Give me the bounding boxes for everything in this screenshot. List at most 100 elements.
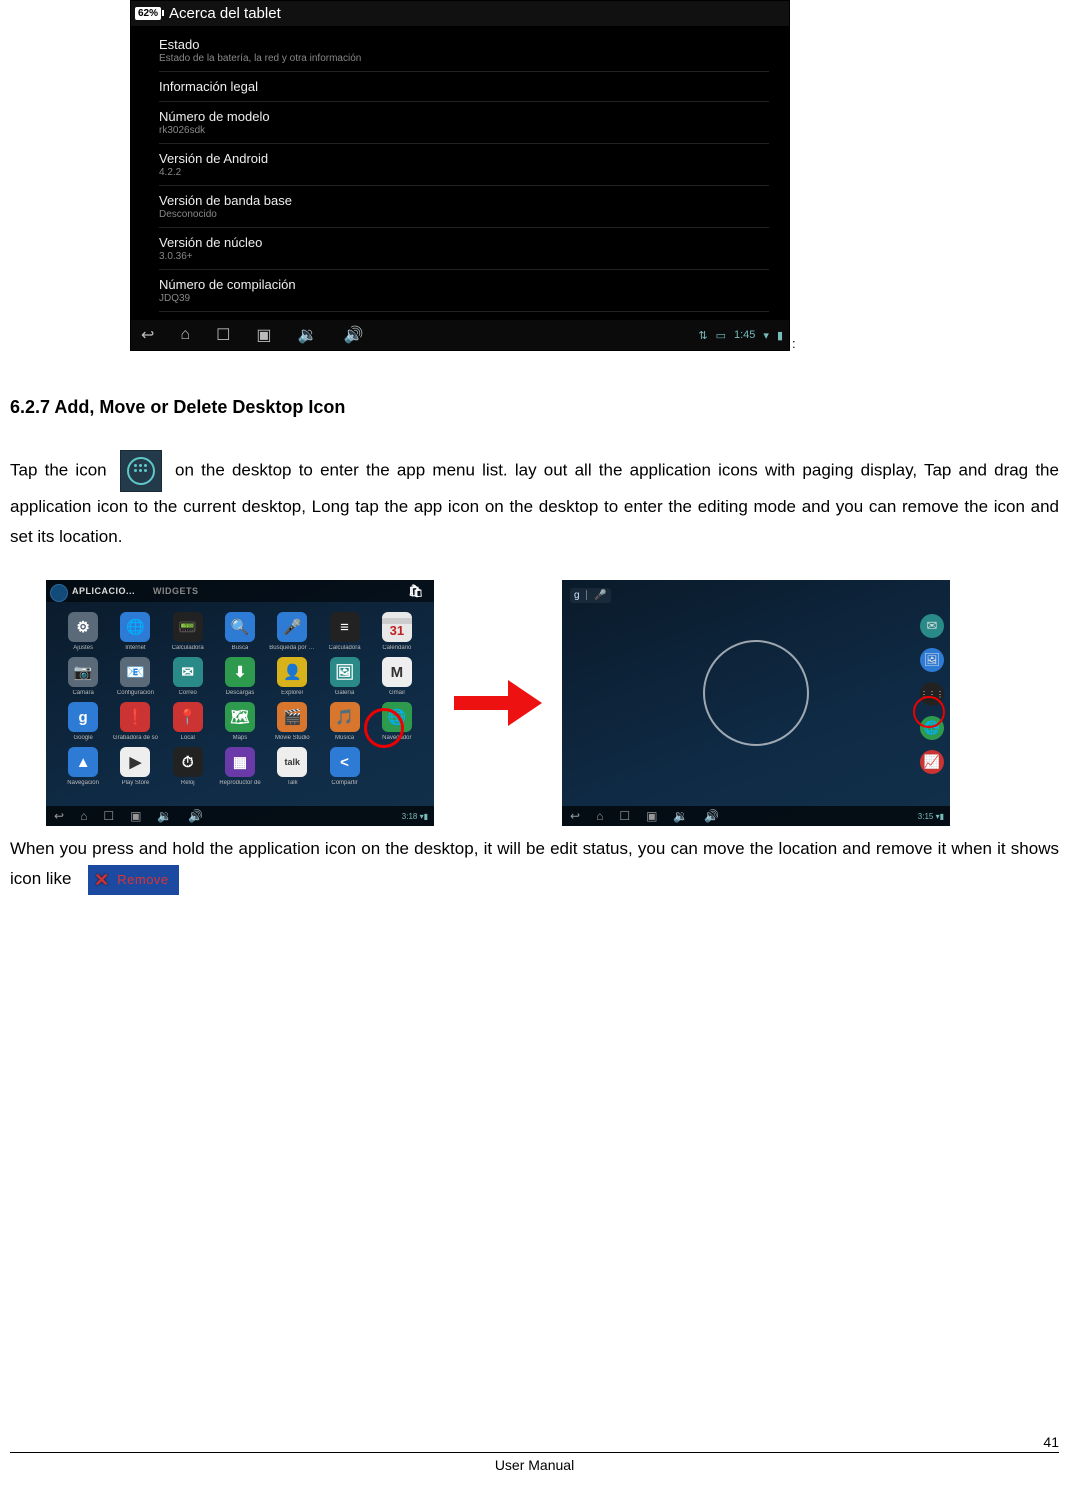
sd-icon: ▭ <box>716 329 726 342</box>
app-icon[interactable]: ❗Grabadora de so <box>112 702 158 741</box>
battery-icon: ▮ <box>777 329 783 342</box>
analog-clock-widget[interactable] <box>703 640 809 746</box>
app-icon[interactable]: <Compartir <box>321 747 367 786</box>
app-glyph-icon: < <box>330 747 360 777</box>
recents-icon[interactable]: ☐ <box>619 809 630 823</box>
back-icon[interactable]: ↩ <box>141 325 154 345</box>
about-item-title: Información legal <box>159 79 769 94</box>
corner-badge-icon <box>50 584 68 602</box>
about-settings-list: Estado Estado de la batería, la red y ot… <box>131 26 789 320</box>
about-item-title: Versión de Android <box>159 151 769 166</box>
app-icon[interactable]: ▶Play Store <box>112 747 158 786</box>
app-icon[interactable]: ⏱Reloj <box>165 747 211 786</box>
app-glyph-icon: ⬇ <box>225 657 255 687</box>
volume-up-icon[interactable]: 🔊 <box>343 325 363 345</box>
app-label: Ajustes <box>73 645 93 651</box>
app-label: Local <box>181 735 195 741</box>
volume-down-icon[interactable]: 🔉 <box>157 809 172 823</box>
home-icon[interactable]: ⌂ <box>596 809 603 823</box>
app-label: Calculadora <box>172 645 204 651</box>
volume-up-icon[interactable]: 🔊 <box>704 809 719 823</box>
home-icon[interactable]: ⌂ <box>80 809 87 823</box>
dock-icon[interactable]: 🖼 <box>920 648 944 672</box>
google-search-widget[interactable]: g 🎤 <box>570 588 611 603</box>
app-icon[interactable]: 🎤Búsqueda por voz <box>269 612 315 651</box>
about-item-legal[interactable]: Información legal <box>159 72 769 102</box>
shop-icon[interactable]: 🛍 <box>408 584 424 598</box>
app-drawer-screenshot: APLICACIO... WIDGETS 🛍 ⚙Ajustes🌐Internet… <box>46 580 434 826</box>
app-label: Descargas <box>226 690 255 696</box>
drawer-tabbar: APLICACIO... WIDGETS 🛍 <box>46 580 434 602</box>
instruction-paragraph-2: When you press and hold the application … <box>10 834 1059 895</box>
volume-down-icon[interactable]: 🔉 <box>673 809 688 823</box>
status-clock: 1:45 <box>734 329 755 341</box>
app-icon[interactable]: MGmail <box>374 657 420 696</box>
remove-x-icon: ✕ <box>94 865 109 895</box>
para1-part-b: on the desktop to enter the app menu lis… <box>10 460 1059 546</box>
app-label: Grabadora de so <box>113 735 158 741</box>
dock-icon[interactable]: ✉ <box>920 614 944 638</box>
app-icon[interactable]: 👤Explorer <box>269 657 315 696</box>
app-icon[interactable]: gGoogle <box>60 702 106 741</box>
tab-apps[interactable]: APLICACIO... <box>72 586 135 596</box>
app-label: Cámara <box>72 690 93 696</box>
about-item-sub: JDQ39 <box>159 293 769 304</box>
app-glyph-icon: 👤 <box>277 657 307 687</box>
app-icon[interactable]: 🔍Busca <box>217 612 263 651</box>
home-icon[interactable]: ⌂ <box>180 326 190 344</box>
app-icon[interactable]: 🖼Galería <box>321 657 367 696</box>
app-icon[interactable]: ⚙Ajustes <box>60 612 106 651</box>
screenshot-icon[interactable]: ▣ <box>646 809 657 823</box>
app-icon[interactable]: 📟Calculadora <box>165 612 211 651</box>
app-glyph-icon: 📧 <box>120 657 150 687</box>
app-icon[interactable]: 📧 Configuración <box>112 657 158 696</box>
mic-icon[interactable]: 🎤 <box>594 590 606 601</box>
back-icon[interactable]: ↩ <box>570 809 580 823</box>
about-item-sub: 3.0.36+ <box>159 251 769 262</box>
app-icon[interactable]: ▲Navegación <box>60 747 106 786</box>
screenshot-icon[interactable]: ▣ <box>130 809 141 823</box>
about-title: Acerca del tablet <box>169 5 281 22</box>
app-label: Galería <box>335 690 355 696</box>
about-item-kernel[interactable]: Versión de núcleo 3.0.36+ <box>159 228 769 270</box>
about-item-baseband[interactable]: Versión de banda base Desconocido <box>159 186 769 228</box>
app-icon[interactable]: 🎵Música <box>321 702 367 741</box>
mini-navbar-right: ↩ ⌂ ☐ ▣ 🔉 🔊 3:15 ▾▮ <box>562 806 950 826</box>
about-item-status[interactable]: Estado Estado de la batería, la red y ot… <box>159 30 769 72</box>
app-label: Búsqueda por voz <box>269 645 315 651</box>
app-label: Maps <box>233 735 248 741</box>
back-icon[interactable]: ↩ <box>54 809 64 823</box>
trailing-colon: : <box>792 336 796 351</box>
about-item-model[interactable]: Número de modelo rk3026sdk <box>159 102 769 144</box>
tab-widgets[interactable]: WIDGETS <box>153 586 199 596</box>
app-icon[interactable]: ✉Correo <box>165 657 211 696</box>
app-label: Configuración <box>117 690 154 696</box>
status-clock: 3:15 <box>918 812 934 821</box>
app-icon[interactable]: ⬇ Descargas <box>217 657 263 696</box>
recents-icon[interactable]: ☐ <box>216 325 230 345</box>
dock-icon[interactable]: 📈 <box>920 750 944 774</box>
app-icon[interactable]: ▦Reproductor de <box>217 747 263 786</box>
app-icon[interactable]: 🎬Movie Studio <box>269 702 315 741</box>
recents-icon[interactable]: ☐ <box>103 809 114 823</box>
app-icon[interactable]: 🌐Internet <box>112 612 158 651</box>
remove-label: Remove <box>117 865 168 895</box>
about-item-build[interactable]: Número de compilación JDQ39 <box>159 270 769 312</box>
highlight-ring-icon <box>913 696 945 728</box>
app-icon[interactable]: 🗺Maps <box>217 702 263 741</box>
page-footer: 41 User Manual <box>0 1452 1069 1473</box>
remove-badge: ✕ Remove <box>88 865 179 895</box>
app-label: Reloj <box>181 780 195 786</box>
app-icon[interactable]: talkTalk <box>269 747 315 786</box>
app-icon[interactable]: 📷Cámara <box>60 657 106 696</box>
app-glyph-icon: ▦ <box>225 747 255 777</box>
highlight-ring-icon <box>364 708 404 748</box>
volume-down-icon[interactable]: 🔉 <box>298 325 318 345</box>
screenshot-icon[interactable]: ▣ <box>256 325 271 345</box>
app-icon[interactable]: 📍Local <box>165 702 211 741</box>
about-item-android[interactable]: Versión de Android 4.2.2 <box>159 144 769 186</box>
app-icon[interactable]: 31Calendario <box>374 612 420 651</box>
app-icon[interactable]: ≡Calculadora <box>321 612 367 651</box>
about-item-sub: rk3026sdk <box>159 125 769 136</box>
volume-up-icon[interactable]: 🔊 <box>188 809 203 823</box>
